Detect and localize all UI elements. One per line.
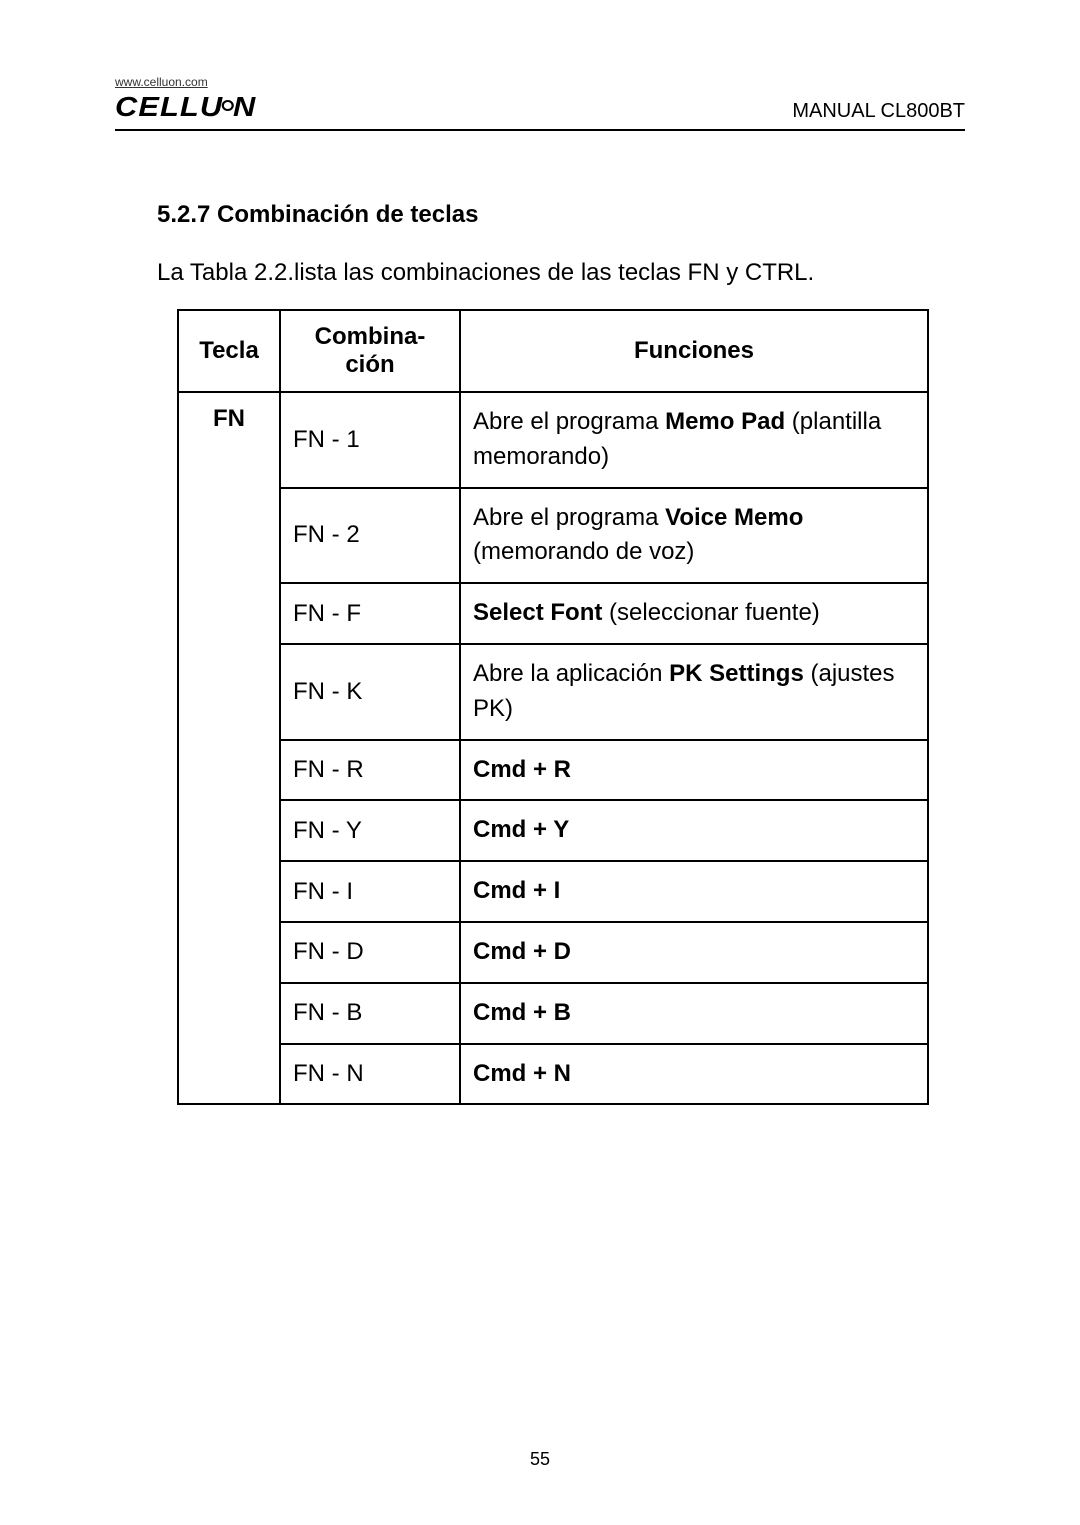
cell-key-last — [178, 1044, 280, 1105]
table-row: FN - F Select Font (seleccionar fuente) — [178, 583, 928, 644]
cell-key: FN — [178, 392, 280, 488]
page-number: 55 — [0, 1449, 1080, 1470]
th-combinacion: Combina- ción — [280, 310, 460, 392]
cell-key-cont — [178, 740, 280, 801]
table-row: FN - Y Cmd + Y — [178, 800, 928, 861]
page-header: www.celluon.com CELLUN MANUAL CL800BT — [115, 75, 965, 131]
cell-func: Cmd + B — [460, 983, 928, 1044]
cell-func: Abre la aplicación PK Settings (ajustes … — [460, 644, 928, 740]
brand-pre: CELLU — [115, 91, 223, 122]
cell-combo: FN - N — [280, 1044, 460, 1105]
cell-combo: FN - B — [280, 983, 460, 1044]
section-title: 5.2.7 Combinación de teclas — [157, 201, 965, 229]
table-row: FN - B Cmd + B — [178, 983, 928, 1044]
cell-combo: FN - R — [280, 740, 460, 801]
table-row: FN - D Cmd + D — [178, 922, 928, 983]
brand-post: N — [233, 91, 256, 122]
cell-func: Cmd + R — [460, 740, 928, 801]
cell-key-cont — [178, 861, 280, 922]
cell-func: Abre el programa Memo Pad (plantilla mem… — [460, 392, 928, 488]
logo-brand: CELLU N — [115, 91, 256, 123]
logo-url: www.celluon.com — [115, 75, 244, 89]
cell-key-cont — [178, 922, 280, 983]
cell-func: Cmd + D — [460, 922, 928, 983]
section-intro: La Tabla 2.2.lista las combinaciones de … — [157, 255, 965, 291]
table-header-row: Tecla Combina- ción Funciones — [178, 310, 928, 392]
cell-combo: FN - I — [280, 861, 460, 922]
table-row: FN - N Cmd + N — [178, 1044, 928, 1105]
table-row: FN - I Cmd + I — [178, 861, 928, 922]
cell-func: Abre el programa Voice Memo (memorando d… — [460, 488, 928, 584]
table-row: FN - 2 Abre el programa Voice Memo (memo… — [178, 488, 928, 584]
cell-key-cont — [178, 983, 280, 1044]
table-row: FN - R Cmd + R — [178, 740, 928, 801]
logo-block: www.celluon.com CELLUN — [115, 75, 244, 123]
cell-combo: FN - D — [280, 922, 460, 983]
cell-combo: FN - Y — [280, 800, 460, 861]
key-combination-table: Tecla Combina- ción Funciones FN FN - 1 … — [177, 309, 929, 1105]
cell-key-cont — [178, 583, 280, 644]
cell-combo: FN - K — [280, 644, 460, 740]
cell-func: Cmd + N — [460, 1044, 928, 1105]
cell-func: Select Font (seleccionar fuente) — [460, 583, 928, 644]
cell-combo: FN - 2 — [280, 488, 460, 584]
table-row: FN - K Abre la aplicación PK Settings (a… — [178, 644, 928, 740]
cell-func: Cmd + I — [460, 861, 928, 922]
cell-key-cont — [178, 488, 280, 584]
cell-combo: FN - F — [280, 583, 460, 644]
th-funciones: Funciones — [460, 310, 928, 392]
cell-key-cont — [178, 800, 280, 861]
manual-label: MANUAL CL800BT — [792, 100, 965, 123]
cell-key-cont — [178, 644, 280, 740]
th-tecla: Tecla — [178, 310, 280, 392]
cell-combo: FN - 1 — [280, 392, 460, 488]
table-row: FN FN - 1 Abre el programa Memo Pad (pla… — [178, 392, 928, 488]
cell-func: Cmd + Y — [460, 800, 928, 861]
